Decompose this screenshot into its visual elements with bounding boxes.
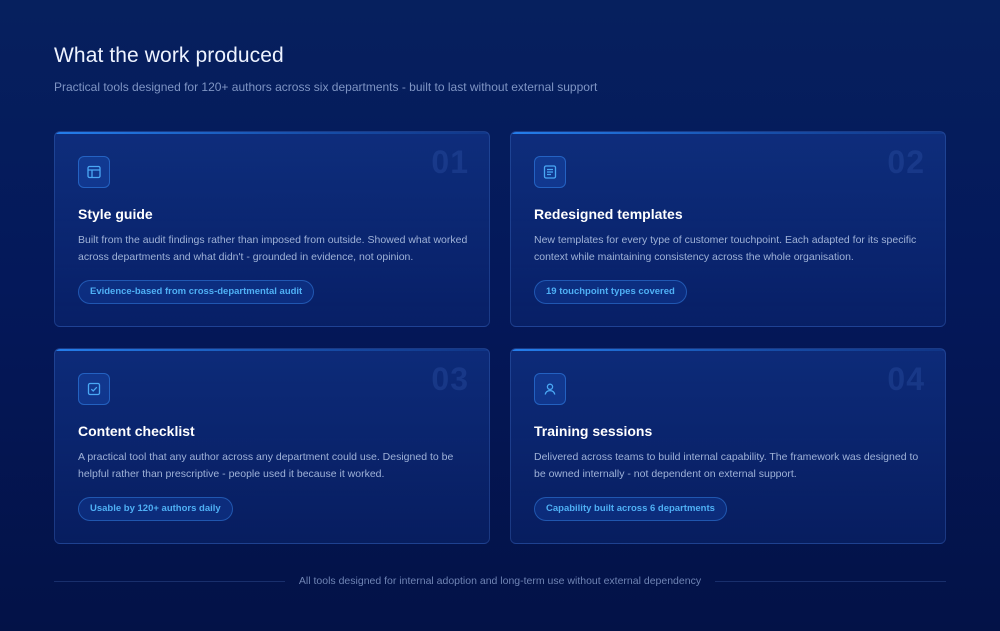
card-number: 03 [431,361,469,397]
footer-divider-left [54,580,285,582]
card-description: Delivered across teams to build internal… [534,451,919,480]
card-number: 02 [887,144,925,180]
card-badge: Evidence-based from cross-departmental a… [78,280,315,304]
card-training-sessions: 04 Training sessions Delivered across te… [510,348,946,544]
card-badge: 19 touchpoint types covered [534,280,687,304]
page-subtitle: Practical tools designed for 120+ author… [54,80,598,94]
page-title: What the work produced [54,44,284,67]
card-description: Built from the audit findings rather tha… [78,234,468,263]
page: What the work produced Practical tools d… [0,0,1000,631]
card-content-checklist: 03 Content checklist A practical tool th… [54,348,490,544]
card-title: Redesigned templates [534,206,683,222]
card-description: New templates for every type of customer… [534,234,917,263]
footer-text: All tools designed for internal adoption… [298,575,702,587]
card-description: A practical tool that any author across … [78,451,454,480]
layout-icon [78,156,110,188]
card-badge: Capability built across 6 departments [534,497,727,521]
card-redesigned-templates: 02 Redesigned templates New templates fo… [510,131,946,327]
card-title: Content checklist [78,423,195,439]
checkbox-icon [78,373,110,405]
card-title: Training sessions [534,423,653,439]
footer-divider-right [715,580,946,582]
card-number: 01 [431,144,469,180]
card-style-guide: 01 Style guide Built from the audit find… [54,131,490,327]
document-icon [534,156,566,188]
card-title: Style guide [78,206,153,222]
user-icon [534,373,566,405]
footer: All tools designed for internal adoption… [54,572,946,590]
card-badge: Usable by 120+ authors daily [78,497,233,521]
card-number: 04 [887,361,925,397]
